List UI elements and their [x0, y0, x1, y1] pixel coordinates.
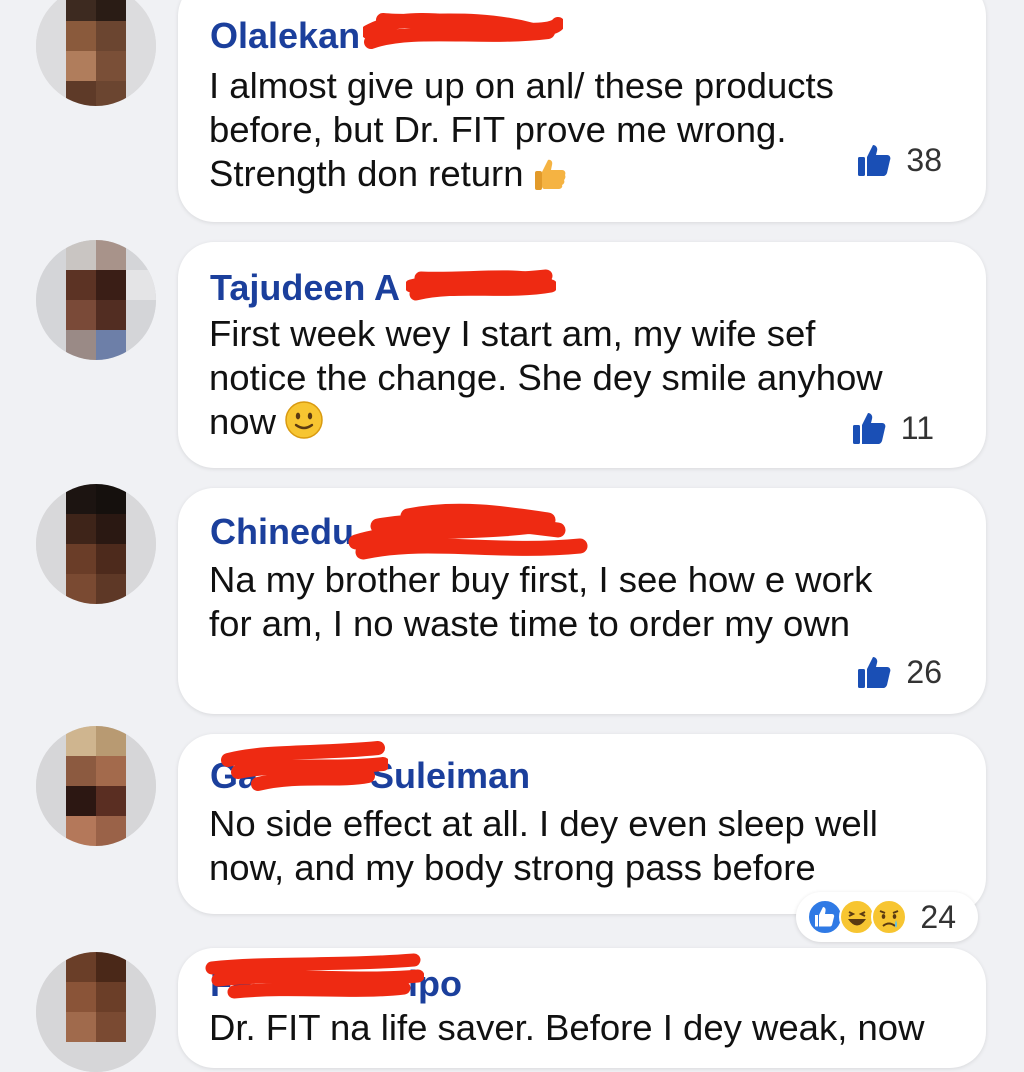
comment-text-line: No side effect at all. I dey even sleep … — [209, 803, 878, 844]
like-count-value: 38 — [906, 142, 942, 178]
reaction-summary[interactable]: 24 — [796, 892, 978, 942]
smiling-face-emoji — [285, 401, 323, 439]
like-count[interactable]: 26 — [856, 654, 942, 690]
comment-text-line: now, and my body strong pass before — [209, 847, 816, 888]
comment-author[interactable]: Chinedu — [210, 512, 354, 552]
like-count[interactable]: 38 — [856, 142, 942, 178]
comment-text-line: notice the change. She dey smile anyhow — [209, 357, 883, 398]
redaction-scribble — [221, 741, 388, 791]
comment-text-line: before, but Dr. FIT prove me wrong. — [209, 109, 787, 150]
comment-text-line: Dr. FIT na life saver. Before I dey weak… — [209, 1007, 925, 1048]
comment-text-line: now — [209, 400, 949, 444]
avatar[interactable] — [36, 952, 156, 1072]
avatar[interactable] — [36, 484, 156, 604]
avatar[interactable] — [36, 240, 156, 360]
comment-text: Na my brother buy first, I see how e wor… — [209, 558, 949, 646]
comment-author[interactable]: Tajudeen A — [210, 268, 400, 308]
comment-bubble: Chinedu Na my brother buy first, I see h… — [178, 488, 986, 714]
comment-text-line: Strength don return — [209, 152, 949, 196]
reaction-count: 24 — [920, 898, 956, 935]
comment-bubble: Fe ipo Dr. FIT na life saver. Before I de… — [178, 948, 986, 1068]
avatar[interactable] — [36, 0, 156, 106]
comment-text: Dr. FIT na life saver. Before I dey weak… — [209, 1006, 989, 1050]
comment-text-line: I almost give up on anl/ these products — [209, 65, 834, 106]
redaction-scribble — [205, 953, 424, 999]
comment-text-line: Na my brother buy first, I see how e wor… — [209, 559, 873, 600]
comment-author[interactable]: Olalekan — [210, 16, 360, 56]
redaction-scribble — [406, 269, 556, 301]
comment-text: No side effect at all. I dey even sleep … — [209, 802, 949, 890]
like-count[interactable]: 11 — [851, 410, 934, 446]
comment-author-name: Suleiman — [370, 755, 531, 796]
avatar[interactable] — [36, 726, 156, 846]
comment-text: First week wey I start am, my wife sef n… — [209, 312, 949, 444]
sad-reaction-icon — [871, 899, 908, 935]
thumbs-up-emoji — [534, 159, 565, 190]
thumbs-up-icon — [858, 657, 891, 688]
comment-text-line: First week wey I start am, my wife sef — [209, 313, 816, 354]
comment-text: I almost give up on anl/ these products … — [209, 64, 949, 196]
thumbs-up-icon — [858, 145, 891, 176]
comment-bubble: Olalekan I almost give up on anl/ these … — [178, 0, 986, 222]
comment-bubble: Tajudeen A First week wey I start am, my… — [178, 242, 986, 468]
thumbs-up-icon — [852, 413, 886, 444]
like-count-value: 26 — [906, 654, 942, 690]
comment-bubble: Ga Suleiman No side effect at all. I dey … — [178, 734, 986, 942]
redaction-scribble — [363, 13, 563, 49]
comment-text-line: for am, I no waste time to order my own — [209, 603, 851, 644]
like-count-value: 11 — [900, 410, 934, 446]
